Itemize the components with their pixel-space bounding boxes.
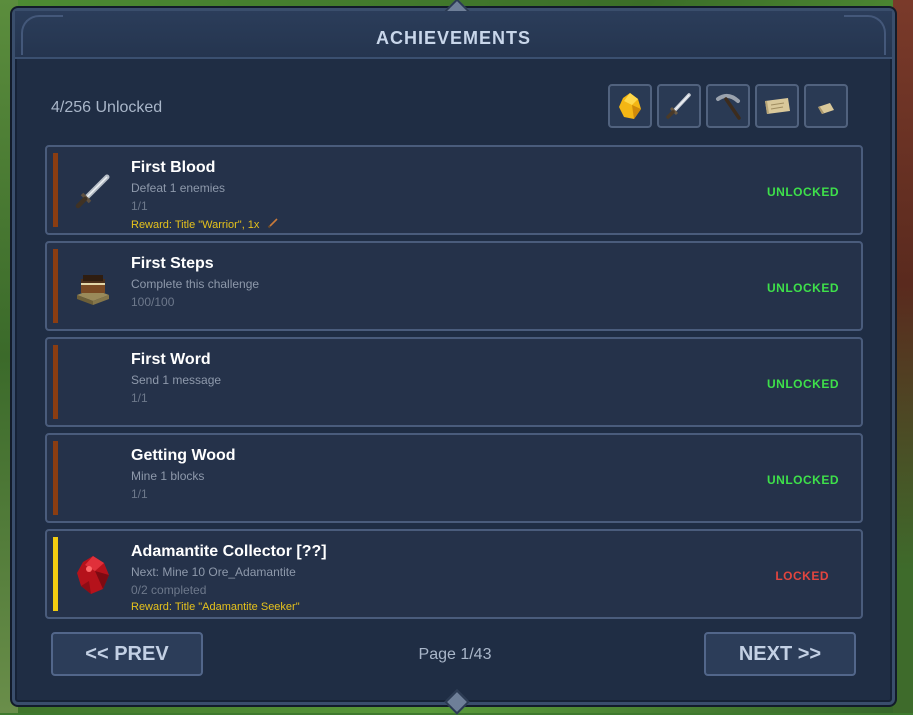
background-foliage-right bbox=[893, 0, 913, 713]
achievement-list: First Blood Defeat 1 enemies 1/1 Reward:… bbox=[45, 145, 863, 625]
achievement-row[interactable]: First Steps Complete this challenge 100/… bbox=[45, 241, 863, 331]
achievement-progress: 1/1 bbox=[131, 391, 148, 405]
achievements-panel: ACHIEVEMENTS 4/256 Unlocked First Blood … bbox=[12, 0, 895, 715]
status-badge: UNLOCKED bbox=[767, 281, 839, 295]
status-badge: UNLOCKED bbox=[767, 377, 839, 391]
panel-title: ACHIEVEMENTS bbox=[375, 28, 531, 48]
status-accent-bar bbox=[53, 153, 58, 227]
achievement-row[interactable]: First Word Send 1 message 1/1 UNLOCKED bbox=[45, 337, 863, 427]
status-accent-bar bbox=[53, 537, 58, 611]
achievement-progress: 1/1 bbox=[131, 487, 148, 501]
status-accent-bar bbox=[53, 441, 58, 515]
status-badge: LOCKED bbox=[775, 569, 829, 583]
achievement-reward: Reward: Title "Warrior", 1x bbox=[131, 217, 279, 231]
category-filters bbox=[608, 84, 848, 132]
filter-ore-button[interactable] bbox=[608, 84, 652, 128]
book-stack-icon bbox=[77, 275, 109, 305]
achievement-name: First Word bbox=[131, 351, 211, 368]
status-badge: UNLOCKED bbox=[767, 185, 839, 199]
achievement-name: First Blood bbox=[131, 159, 216, 176]
status-accent-bar bbox=[53, 249, 58, 323]
achievement-description: Next: Mine 10 Ore_Adamantite bbox=[131, 565, 296, 579]
panel-titlebar: ACHIEVEMENTS bbox=[15, 11, 892, 59]
next-page-button[interactable]: NEXT >> bbox=[704, 632, 856, 676]
achievement-progress: 1/1 bbox=[131, 199, 148, 213]
prev-page-button[interactable]: << PREV bbox=[51, 632, 203, 676]
filter-mining-button[interactable] bbox=[706, 84, 750, 128]
sword-icon bbox=[75, 174, 110, 209]
sword-icon bbox=[666, 93, 691, 119]
achievement-reward: Reward: Title "Adamantite Seeker" bbox=[131, 601, 300, 613]
filter-exploration-button[interactable] bbox=[755, 84, 799, 128]
unlocked-count: 4/256 Unlocked bbox=[51, 99, 163, 116]
achievement-description: Mine 1 blocks bbox=[131, 469, 205, 483]
filter-social-button[interactable] bbox=[804, 84, 848, 128]
achievement-description: Complete this challenge bbox=[131, 277, 260, 291]
status-badge: UNLOCKED bbox=[767, 473, 839, 487]
achievement-progress: 0/2 completed bbox=[131, 583, 207, 597]
achievement-name: Adamantite Collector [??] bbox=[131, 543, 327, 560]
reward-item-icon bbox=[267, 218, 278, 229]
pickaxe-icon bbox=[716, 94, 741, 120]
achievement-description: Send 1 message bbox=[131, 373, 222, 387]
gold-ore-icon bbox=[619, 93, 641, 119]
letter-icon bbox=[818, 103, 834, 114]
achievement-description: Defeat 1 enemies bbox=[131, 181, 226, 195]
status-accent-bar bbox=[53, 345, 58, 419]
reward-text: Reward: Title "Warrior", 1x bbox=[131, 219, 260, 231]
achievement-row[interactable]: First Blood Defeat 1 enemies 1/1 Reward:… bbox=[45, 145, 863, 235]
achievement-row[interactable]: Getting Wood Mine 1 blocks 1/1 UNLOCKED bbox=[45, 433, 863, 523]
achievement-name: Getting Wood bbox=[131, 447, 236, 464]
red-crystal-icon bbox=[77, 556, 109, 594]
achievement-row[interactable]: Adamantite Collector [??] Next: Mine 10 … bbox=[45, 529, 863, 619]
filter-combat-button[interactable] bbox=[657, 84, 701, 128]
page-indicator: Page 1/43 bbox=[418, 646, 492, 663]
achievement-name: First Steps bbox=[131, 255, 214, 272]
achievement-progress: 100/100 bbox=[131, 295, 175, 309]
map-scroll-icon bbox=[765, 98, 790, 114]
